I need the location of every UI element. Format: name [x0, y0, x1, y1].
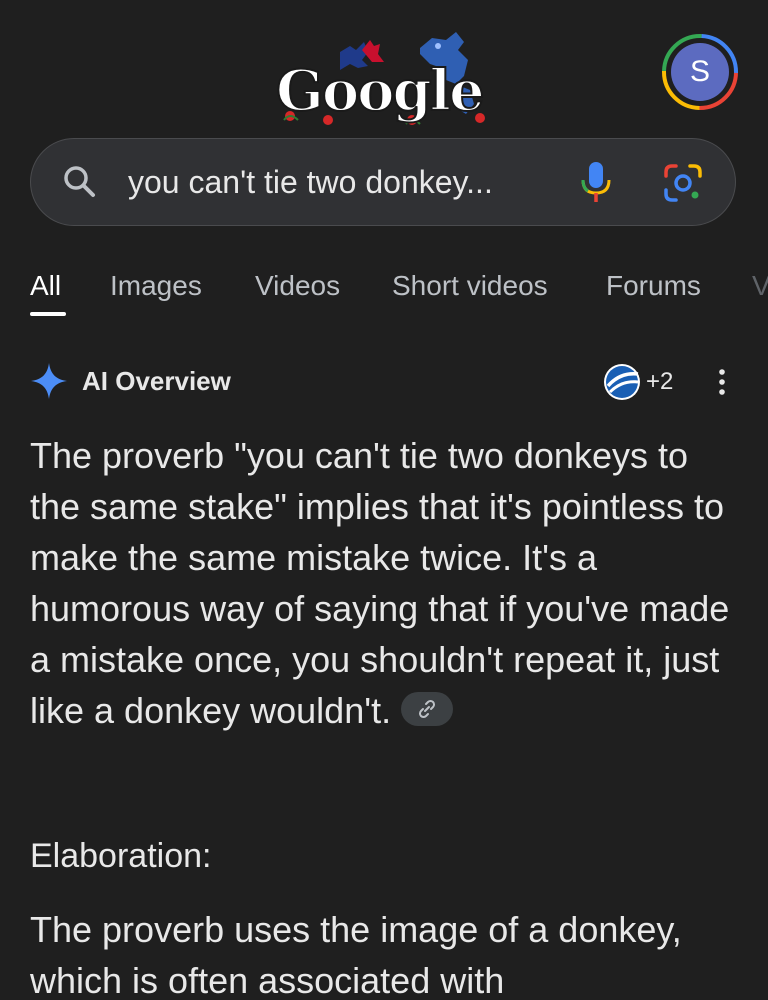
ai-overview-title: AI Overview: [82, 366, 231, 396]
source-count[interactable]: +2: [646, 366, 673, 398]
link-icon: [419, 700, 436, 719]
tab-forums[interactable]: Forums: [606, 268, 701, 304]
google-logo[interactable]: Google: [270, 30, 500, 130]
ai-overview-text: The proverb "you can't tie two donkeys t…: [30, 435, 730, 731]
search-results-page: Google S you can't tie two donkey... All…: [0, 0, 768, 1000]
tab-short-videos[interactable]: Short videos: [392, 268, 548, 304]
search-input[interactable]: you can't tie two donkey...: [128, 160, 493, 204]
elaboration-paragraph: The proverb uses the image of a donkey, …: [30, 909, 682, 1000]
account-avatar[interactable]: S: [661, 33, 739, 111]
search-icon[interactable]: [62, 164, 98, 200]
tab-videos[interactable]: Videos: [255, 268, 340, 304]
active-tab-indicator: [30, 312, 66, 316]
search-tabs: All Images Videos Short videos Forums V: [0, 262, 768, 322]
avatar-letter: S: [689, 55, 710, 88]
mic-icon[interactable]: [578, 160, 614, 204]
more-vert-icon[interactable]: [712, 366, 732, 398]
tab-next-partial[interactable]: V: [752, 268, 768, 304]
citation-link-button[interactable]: [401, 692, 454, 727]
tab-all[interactable]: All: [30, 268, 61, 304]
svg-text:Google: Google: [276, 58, 483, 124]
ai-overview-paragraph: The proverb "you can't tie two donkeys t…: [30, 430, 745, 736]
source-icon[interactable]: [602, 362, 642, 402]
sparkle-icon: [30, 362, 68, 400]
tab-images[interactable]: Images: [110, 268, 202, 304]
lens-icon[interactable]: [662, 162, 704, 204]
section-heading: Elaboration:: [30, 837, 212, 875]
